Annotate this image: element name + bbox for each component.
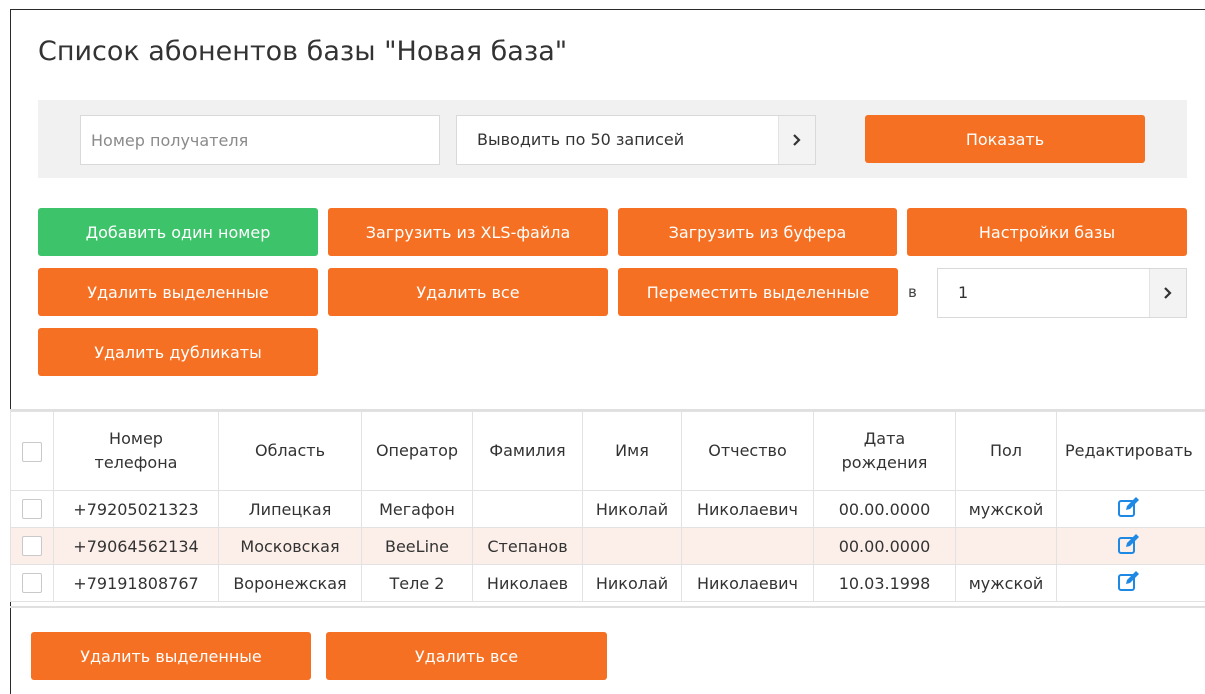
row-select-cell: [10, 527, 54, 565]
cell-surname: Николаев: [472, 564, 583, 602]
column-header-region: Область: [218, 411, 362, 491]
cell-name: [582, 527, 682, 565]
cell-gender: мужской: [955, 564, 1057, 602]
delete-all-button[interactable]: Удалить все: [328, 268, 608, 316]
base-settings-button[interactable]: Настройки базы: [907, 208, 1187, 256]
show-button[interactable]: Показать: [865, 115, 1145, 163]
subscribers-table: Номер телефона Область Оператор Фамилия …: [10, 409, 1205, 608]
cell-phone: +79205021323: [53, 490, 219, 528]
cell-birthdate: 10.03.1998: [813, 564, 956, 602]
per-page-value: Выводить по 50 записей: [477, 130, 685, 149]
cell-birthdate: 00.00.0000: [813, 527, 956, 565]
edit-pencil-icon[interactable]: [1117, 496, 1141, 522]
column-header-operator: Оператор: [361, 411, 473, 491]
table-header-row: Номер телефона Область Оператор Фамилия …: [10, 411, 1205, 491]
column-header-name: Имя: [582, 411, 682, 491]
cell-region: Воронежская: [218, 564, 362, 602]
recipient-number-input[interactable]: [80, 115, 440, 165]
cell-patronymic: [681, 527, 814, 565]
cell-surname: Степанов: [472, 527, 583, 565]
select-all-checkbox[interactable]: [22, 441, 42, 462]
move-to-label: в: [908, 283, 917, 301]
cell-patronymic: Николаевич: [681, 490, 814, 528]
table-row: +79205021323 Липецкая Мегафон Николай Ни…: [10, 490, 1205, 528]
column-header-edit: Редактировать: [1056, 411, 1205, 491]
move-target-select[interactable]: 1: [937, 268, 1187, 318]
bottom-delete-all-button[interactable]: Удалить все: [326, 632, 607, 680]
cell-edit: [1056, 490, 1205, 528]
upload-xls-button[interactable]: Загрузить из XLS-файла: [328, 208, 608, 256]
cell-gender: мужской: [955, 490, 1057, 528]
per-page-select[interactable]: Выводить по 50 записей: [456, 115, 816, 165]
delete-duplicates-button[interactable]: Удалить дубликаты: [38, 328, 318, 376]
table-row: +79191808767 Воронежская Теле 2 Николаев…: [10, 564, 1205, 602]
bottom-delete-selected-button[interactable]: Удалить выделенные: [31, 632, 311, 680]
column-header-phone: Номер телефона: [53, 411, 219, 491]
row-select-cell: [10, 490, 54, 528]
row-checkbox[interactable]: [22, 573, 42, 594]
cell-edit: [1056, 564, 1205, 602]
column-header-gender: Пол: [955, 411, 1057, 491]
cell-edit: [1056, 527, 1205, 565]
move-selected-button[interactable]: Переместить выделенные: [618, 268, 898, 316]
cell-phone: +79191808767: [53, 564, 219, 602]
cell-phone: +79064562134: [53, 527, 219, 565]
table-row: +79064562134 Московская BeeLine Степанов…: [10, 527, 1205, 565]
row-checkbox[interactable]: [22, 499, 42, 520]
delete-selected-button[interactable]: Удалить выделенные: [38, 268, 318, 316]
cell-patronymic: Николаевич: [681, 564, 814, 602]
chevron-right-icon: [1149, 269, 1186, 317]
upload-buffer-button[interactable]: Загрузить из буфера: [618, 208, 897, 256]
cell-operator: Теле 2: [361, 564, 473, 602]
row-select-cell: [10, 564, 54, 602]
cell-region: Московская: [218, 527, 362, 565]
edit-pencil-icon[interactable]: [1117, 570, 1141, 596]
row-checkbox[interactable]: [22, 536, 42, 557]
cell-region: Липецкая: [218, 490, 362, 528]
add-one-number-button[interactable]: Добавить один номер: [38, 208, 318, 256]
column-header-patronymic: Отчество: [681, 411, 814, 491]
cell-name: Николай: [582, 564, 682, 602]
cell-operator: Мегафон: [361, 490, 473, 528]
edit-pencil-icon[interactable]: [1117, 533, 1141, 559]
cell-operator: BeeLine: [361, 527, 473, 565]
move-target-value: 1: [958, 283, 969, 302]
column-header-surname: Фамилия: [472, 411, 583, 491]
cell-birthdate: 00.00.0000: [813, 490, 956, 528]
cell-name: Николай: [582, 490, 682, 528]
column-header-birthdate: Дата рождения: [813, 411, 956, 491]
chevron-right-icon: [778, 116, 815, 164]
page-title: Список абонентов базы "Новая база": [38, 36, 568, 67]
cell-gender: [955, 527, 1057, 565]
select-all-cell: [10, 411, 54, 491]
cell-surname: [472, 490, 583, 528]
